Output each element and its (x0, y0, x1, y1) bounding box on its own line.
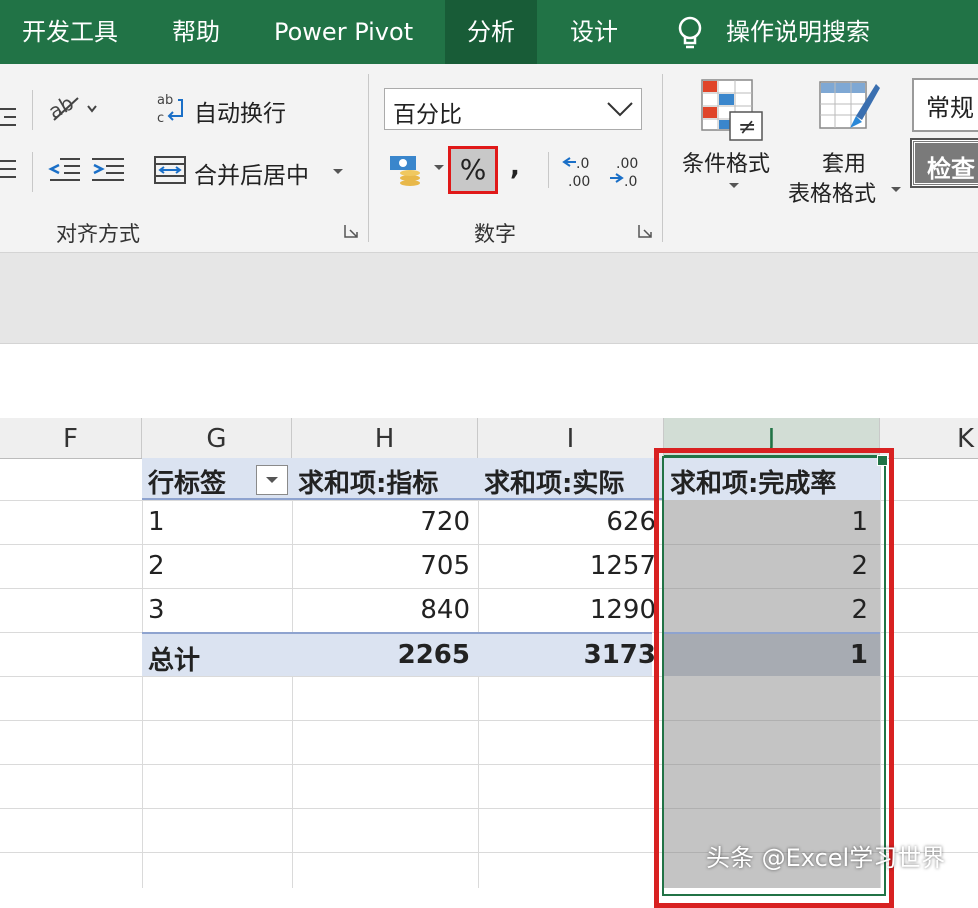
svg-text:ab: ab (157, 93, 173, 108)
cell-style-check[interactable]: 检查 (912, 140, 978, 186)
percent-label: % (459, 153, 487, 186)
cell-style-normal-label: 常规 (926, 94, 974, 122)
format-as-table-dropdown-icon[interactable] (890, 186, 902, 194)
number-format-dropdown[interactable]: 百分比 (384, 88, 642, 130)
wrap-text-icon[interactable]: ab c (156, 92, 186, 126)
svg-text:c: c (157, 111, 164, 126)
merge-center-icon[interactable] (154, 156, 186, 184)
tab-developer[interactable]: 开发工具 (0, 0, 140, 64)
pivot-row-target[interactable]: 840 (298, 595, 470, 625)
number-dialog-launcher-icon[interactable] (638, 224, 652, 238)
tell-me-search[interactable]: 操作说明搜索 (726, 0, 870, 64)
pivot-row-label[interactable]: 3 (148, 595, 165, 625)
pivot-row-label[interactable]: 2 (148, 551, 165, 581)
cell-style-check-label: 检查 (927, 155, 975, 183)
increase-decimal-text-1: .0 (576, 156, 589, 172)
tab-help[interactable]: 帮助 (150, 0, 242, 64)
filter-dropdown-icon (266, 477, 278, 483)
merge-center-button[interactable]: 合并后居中 (194, 156, 309, 190)
pivot-row-label[interactable]: 1 (148, 507, 165, 537)
conditional-format-icon[interactable]: ≠ (700, 78, 766, 142)
conditional-format-dropdown-icon[interactable] (728, 182, 740, 190)
pivot-header-target[interactable]: 求和项:指标 (298, 463, 438, 500)
increase-decimal-text-2: .00 (568, 174, 590, 190)
column-header-f[interactable]: F (0, 418, 142, 458)
text-orientation-icon[interactable]: ab (48, 90, 100, 126)
cell-style-normal[interactable]: 常规 (912, 78, 978, 132)
format-as-table-label-1[interactable]: 套用 (822, 146, 866, 178)
ribbon: ab ab c 自动换行 合并后居中 对齐方式 百分比 % , .0 .00 .… (0, 64, 978, 253)
svg-text:≠: ≠ (738, 115, 756, 140)
accounting-format-icon[interactable] (388, 150, 428, 190)
number-group-label: 数字 (474, 222, 516, 246)
increase-indent-icon[interactable] (92, 156, 124, 182)
formula-bar[interactable] (0, 343, 978, 398)
pivot-total-target[interactable]: 2265 (298, 640, 470, 670)
column-header-k[interactable]: K (880, 418, 978, 458)
pivot-total-actual[interactable]: 3173 (484, 640, 656, 670)
comma-style-button[interactable]: , (510, 152, 520, 182)
pivot-header-actual[interactable]: 求和项:实际 (484, 463, 624, 500)
decrease-decimal-text-1: .00 (616, 156, 638, 172)
number-format-value: 百分比 (393, 102, 462, 128)
alignment-dialog-launcher-icon[interactable] (344, 224, 358, 238)
svg-text:ab: ab (48, 91, 78, 124)
align-justify-icon[interactable] (0, 158, 18, 180)
pivot-row-target[interactable]: 705 (298, 551, 470, 581)
alignment-group-label: 对齐方式 (56, 222, 140, 246)
percent-style-button[interactable]: % (448, 146, 498, 194)
pivot-row-actual[interactable]: 1290 (484, 595, 656, 625)
decrease-decimal-text-2: .0 (624, 174, 637, 190)
align-right-icon[interactable] (0, 106, 18, 128)
accounting-dropdown-icon[interactable] (434, 164, 444, 172)
decrease-indent-icon[interactable] (48, 156, 80, 182)
tab-power-pivot[interactable]: Power Pivot (252, 0, 435, 64)
increase-decimal-icon[interactable]: .0 .00 (562, 152, 602, 190)
pivot-header-row-labels[interactable]: 行标签 (148, 463, 226, 500)
wrap-text-button[interactable]: 自动换行 (194, 94, 286, 128)
ribbon-tab-bar: 开发工具 帮助 Power Pivot 分析 设计 操作说明搜索 (0, 0, 978, 64)
merge-center-dropdown-icon[interactable] (332, 168, 344, 176)
decrease-decimal-icon[interactable]: .00 .0 (608, 152, 648, 190)
chevron-down-icon[interactable] (605, 95, 635, 123)
tab-design[interactable]: 设计 (548, 0, 640, 64)
pivot-total-label[interactable]: 总计 (148, 640, 200, 677)
row-labels-filter-button[interactable] (256, 465, 288, 495)
format-as-table-icon[interactable] (818, 78, 882, 142)
lightbulb-icon[interactable] (676, 16, 704, 50)
format-as-table-button[interactable]: 表格格式 (788, 176, 876, 208)
tab-analyze[interactable]: 分析 (445, 0, 537, 64)
column-header-g[interactable]: G (142, 418, 292, 458)
watermark: 头条 @Excel学习世界 (706, 844, 946, 872)
column-header-i[interactable]: I (478, 418, 664, 458)
pivot-row-actual[interactable]: 626 (484, 507, 656, 537)
pivot-row-target[interactable]: 720 (298, 507, 470, 537)
formula-bar-area (0, 253, 978, 343)
conditional-format-button[interactable]: 条件格式 (682, 146, 770, 178)
column-header-h[interactable]: H (292, 418, 478, 458)
pivot-row-actual[interactable]: 1257 (484, 551, 656, 581)
